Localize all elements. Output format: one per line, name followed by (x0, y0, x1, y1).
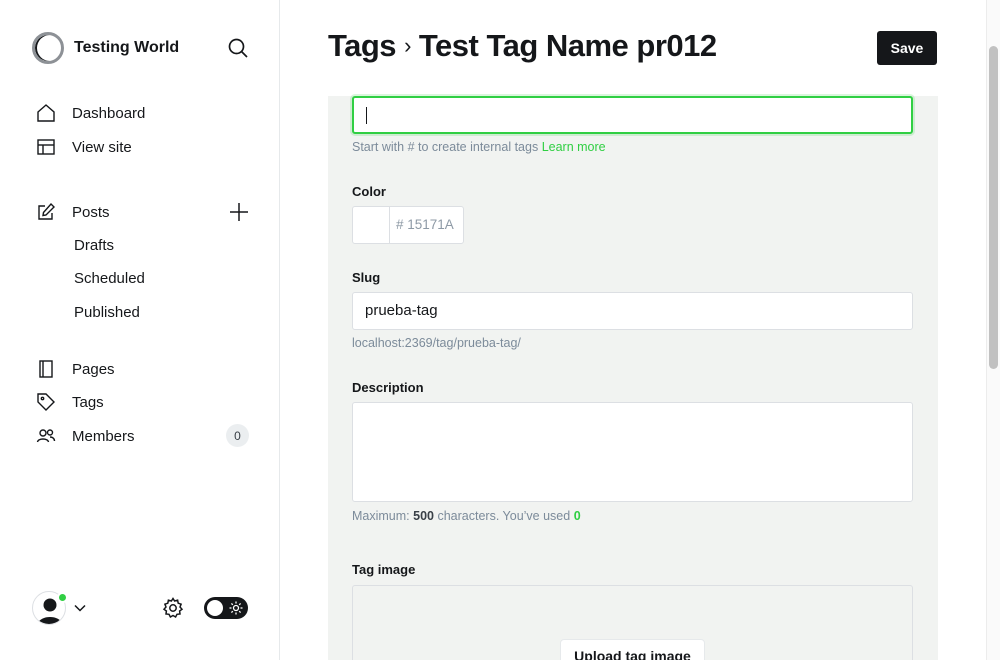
description-counter: Maximum: 500 characters. You’ve used 0 (352, 509, 581, 523)
add-post-icon[interactable] (228, 201, 250, 223)
nav-members-label: Members (72, 427, 135, 445)
members-icon (36, 426, 56, 446)
slug-input[interactable]: prueba-tag (352, 292, 913, 330)
edit-icon (36, 202, 56, 222)
gear-icon[interactable] (161, 596, 185, 620)
color-label: Color (352, 184, 386, 199)
tag-image-dropzone[interactable]: Upload tag image (352, 585, 913, 660)
name-hint: Start with # to create internal tags Lea… (352, 140, 606, 154)
description-textarea[interactable] (352, 402, 913, 502)
nav-tags[interactable]: Tags (36, 390, 104, 414)
layout-icon (36, 137, 56, 157)
toggle-knob (207, 600, 223, 616)
nav-dashboard[interactable]: Dashboard (36, 101, 145, 125)
search-icon[interactable] (226, 36, 250, 60)
counter-middle: characters. You’ve used (437, 509, 571, 523)
counter-used: 0 (573, 509, 581, 523)
nav-tags-label: Tags (72, 393, 104, 411)
counter-max: 500 (413, 509, 434, 523)
home-icon (36, 103, 56, 123)
tag-image-label: Tag image (352, 562, 416, 577)
tag-icon (36, 392, 56, 412)
chevron-down-icon[interactable] (73, 601, 87, 615)
counter-prefix: Maximum: (352, 509, 410, 523)
sidebar: Testing World Dashboard View site Posts … (0, 0, 280, 660)
nav-drafts[interactable]: Drafts (74, 235, 114, 257)
site-brand[interactable]: Testing World (32, 32, 179, 64)
site-name: Testing World (74, 39, 180, 56)
nav-view-site[interactable]: View site (36, 135, 132, 159)
breadcrumb-parent[interactable]: Tags (328, 28, 397, 64)
nav-pages-label: Pages (72, 360, 115, 378)
nav-published[interactable]: Published (74, 302, 140, 324)
members-count-badge: 0 (226, 424, 249, 447)
upload-tag-image-button[interactable]: Upload tag image (560, 639, 705, 660)
breadcrumb-separator: › (404, 33, 411, 58)
scrollbar-thumb[interactable] (989, 46, 998, 369)
nav-members[interactable]: Members (36, 424, 135, 448)
nav-scheduled[interactable]: Scheduled (74, 268, 145, 290)
tag-settings-card: Start with # to create internal tags Lea… (328, 96, 938, 660)
slug-label: Slug (352, 270, 381, 285)
color-input[interactable]: # 15171A (390, 207, 454, 243)
nav-posts-label: Posts (72, 203, 110, 221)
color-field[interactable]: # 15171A (352, 206, 464, 244)
tag-title: Test Tag Name pr012 (418, 28, 717, 63)
main-content: Tags › Test Tag Name pr012 Save Start wi… (280, 0, 986, 660)
page-icon (36, 359, 56, 379)
tag-name-input[interactable] (352, 96, 913, 134)
nav-pages[interactable]: Pages (36, 357, 115, 381)
sun-icon (228, 600, 244, 616)
online-status-dot (57, 592, 68, 603)
description-label: Description (352, 380, 424, 395)
learn-more-link[interactable]: Learn more (542, 140, 606, 154)
nav-dashboard-label: Dashboard (72, 104, 146, 122)
color-swatch[interactable] (353, 207, 390, 243)
save-button[interactable]: Save (877, 31, 937, 65)
nav-posts[interactable]: Posts (36, 200, 110, 224)
site-logo (32, 32, 64, 64)
slug-url: localhost:2369/tag/prueba-tag/ (352, 336, 521, 350)
theme-toggle[interactable] (204, 597, 248, 619)
name-hint-text: Start with # to create internal tags (352, 140, 539, 154)
nav-view-site-label: View site (72, 138, 132, 156)
page-title: Tags › Test Tag Name pr012 (328, 28, 717, 64)
text-caret (366, 107, 367, 124)
